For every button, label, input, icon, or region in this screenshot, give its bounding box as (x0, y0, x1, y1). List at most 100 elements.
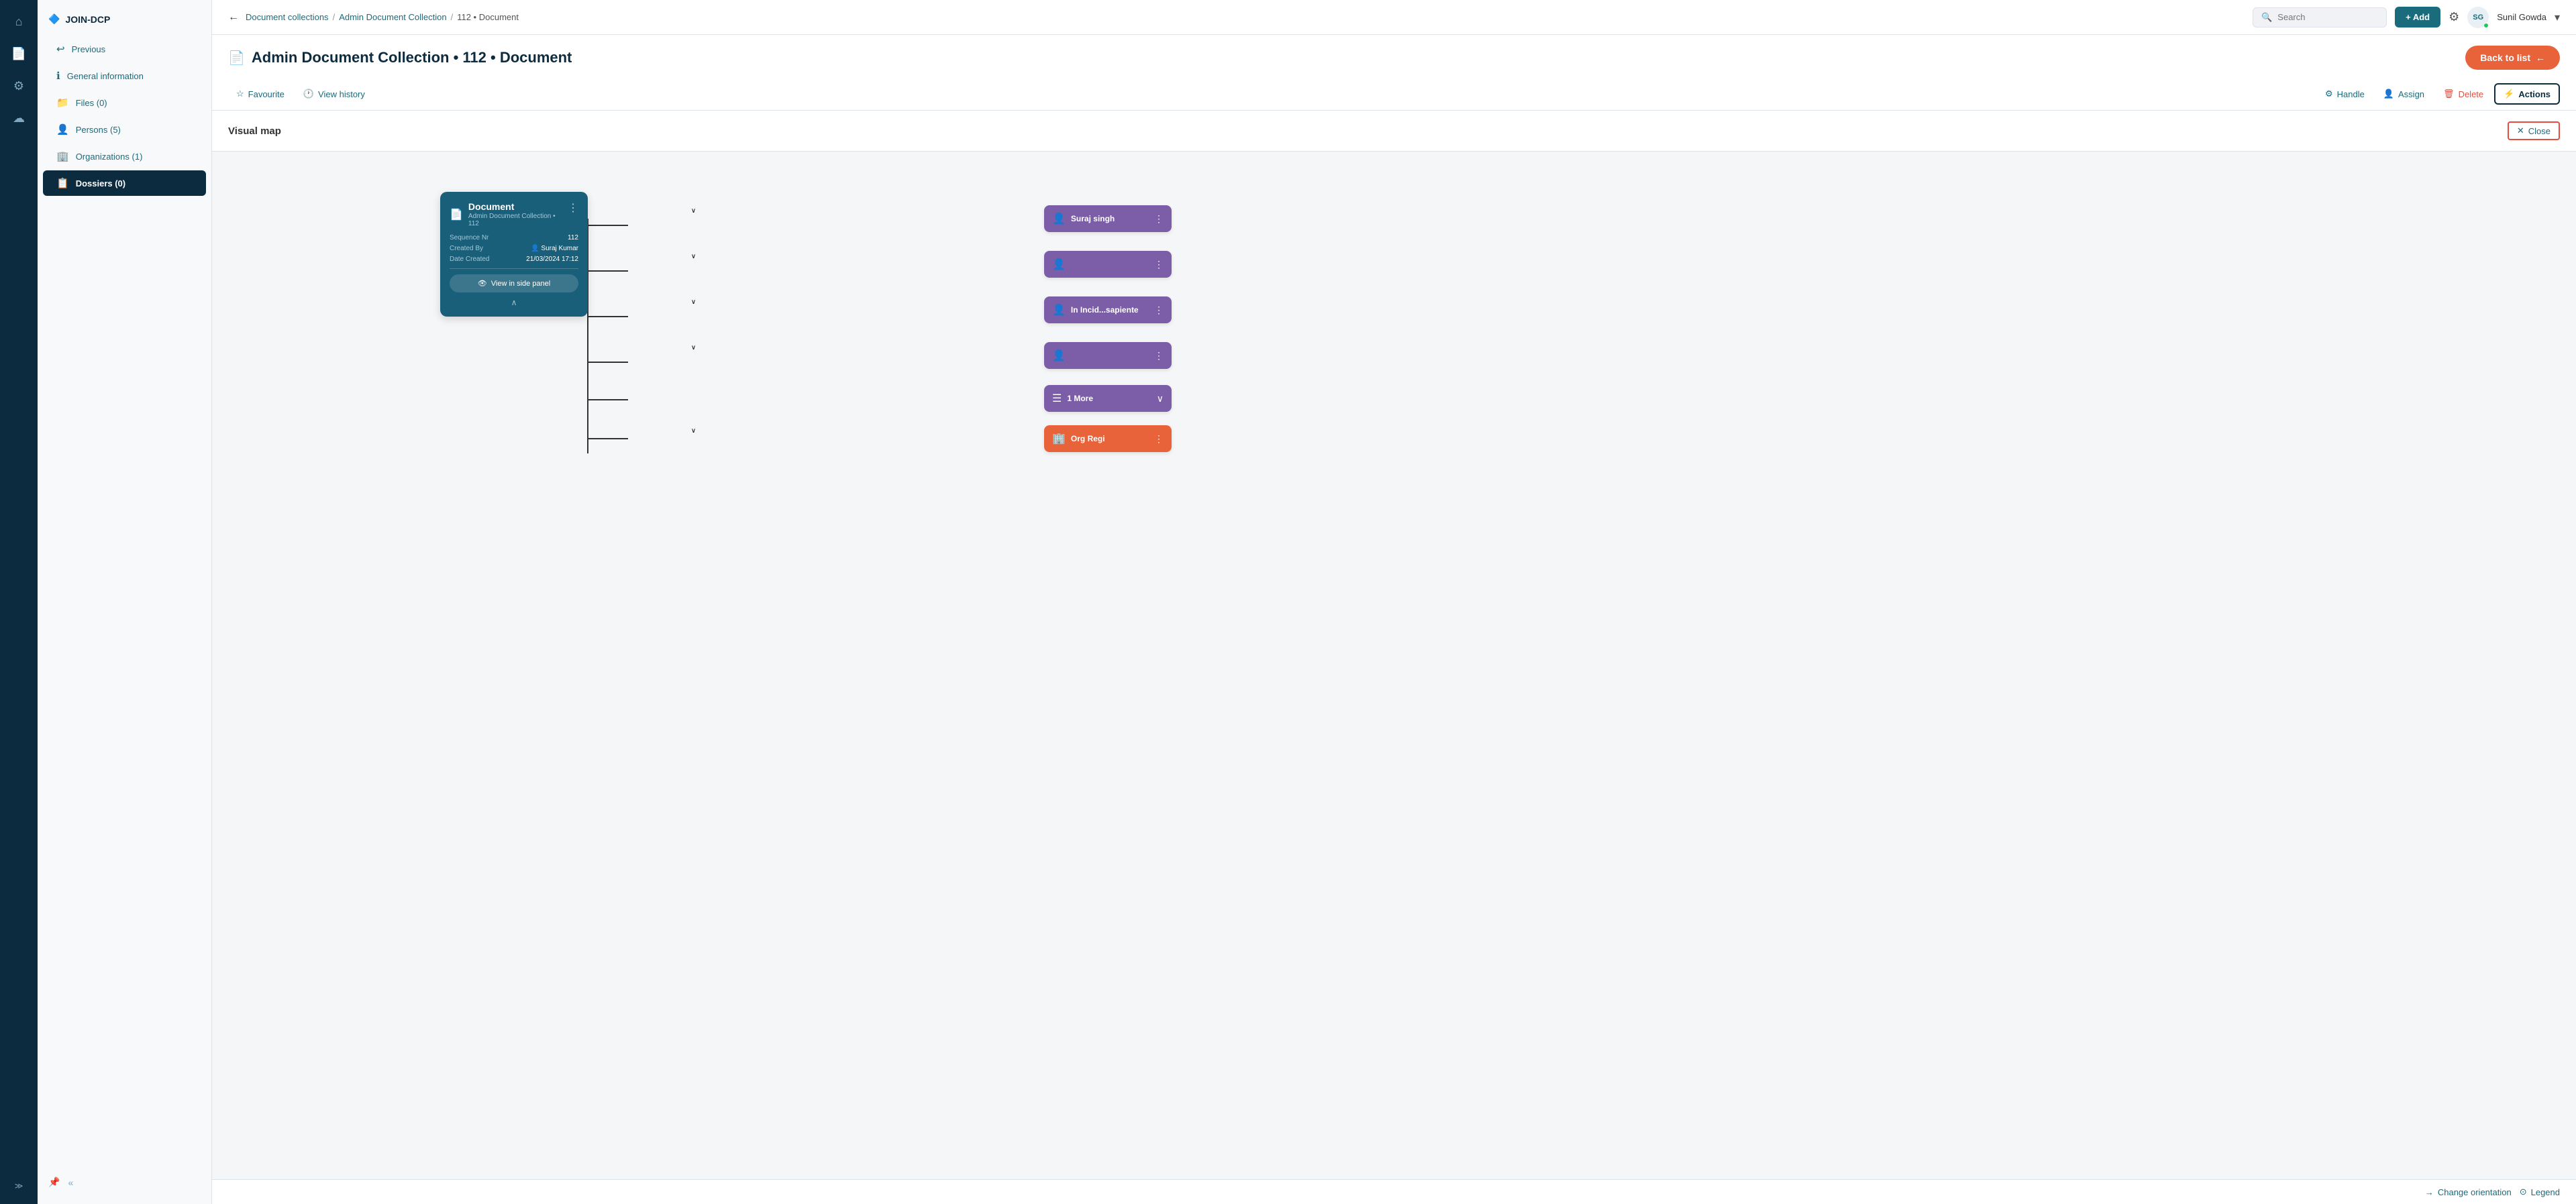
flow-node-wrapper-4: 👤 ⋮ ∨ (628, 342, 759, 351)
sidebar-item-general-information[interactable]: ℹ General information (43, 63, 206, 89)
document-card: 📄 Document Admin Document Collection • 1… (440, 192, 588, 317)
search-icon: 🔍 (2261, 12, 2272, 23)
sidebar-bottom: 📌 « (38, 1168, 211, 1196)
delete-button[interactable]: 🗑 Delete (2435, 85, 2491, 103)
visual-map-panel: Visual map ✕ Close (212, 111, 2576, 1204)
breadcrumb-admin-collection[interactable]: Admin Document Collection (339, 12, 446, 22)
flow-node-4-expand[interactable]: ∨ (628, 344, 759, 351)
person-icon-3: 👤 (1052, 303, 1066, 317)
view-history-button[interactable]: 🕐 View history (295, 85, 373, 103)
assign-button[interactable]: 👤 Assign (2375, 85, 2432, 103)
flow-node-org-menu-icon[interactable]: ⋮ (1154, 433, 1164, 445)
flow-node-1-expand[interactable]: ∨ (628, 207, 759, 215)
doc-card-row-date: Date Created 21/03/2024 17:12 (450, 256, 578, 263)
flow-node-1-menu-icon[interactable]: ⋮ (1154, 213, 1164, 225)
doc-card-menu-icon[interactable]: ⋮ (568, 201, 578, 215)
rail-cloud-icon[interactable]: ☁ (5, 105, 32, 131)
star-icon: ☆ (236, 89, 244, 99)
flow-node-2-expand[interactable]: ∨ (628, 253, 759, 260)
gear-icon[interactable]: ⚙ (2449, 10, 2459, 24)
pin-icon[interactable]: 📌 (48, 1176, 60, 1188)
sidebar-logo: 🔷 JOIN-DCP (38, 8, 211, 36)
files-icon: 📁 (56, 97, 69, 109)
avatar: SG (2467, 7, 2489, 28)
user-dropdown-icon[interactable]: ▾ (2555, 11, 2560, 24)
flow-node-2-inner: 👤 (1052, 258, 1071, 271)
topnav: ← Document collections / Admin Document … (212, 0, 2576, 35)
handle-button[interactable]: ⚙ Handle (2317, 85, 2373, 103)
persons-icon: 👤 (56, 123, 69, 135)
flow-node-more-inner: ☰ 1 More (1052, 392, 1093, 405)
content-area: Visual map ✕ Close (212, 111, 2576, 1204)
flow-node-org-label: Org Regi (1071, 434, 1105, 443)
legend-icon: ⊙ (2520, 1187, 2527, 1197)
sidebar-item-files[interactable]: 📁 Files (0) (43, 90, 206, 115)
page-title: 📄 Admin Document Collection • 112 • Docu… (228, 49, 572, 66)
breadcrumb-doc-collections[interactable]: Document collections (246, 12, 329, 22)
search-box[interactable]: 🔍 (2253, 7, 2387, 28)
visual-map-header: Visual map ✕ Close (212, 111, 2576, 152)
rail-settings-icon[interactable]: ⚙ (5, 72, 32, 99)
doc-card-row-created-by: Created By 👤 Suraj Kumar (450, 245, 578, 252)
actions-button[interactable]: ⚡ Actions (2494, 83, 2560, 105)
change-orientation-button[interactable]: → Change orientation (2425, 1187, 2512, 1197)
add-button[interactable]: + Add (2395, 7, 2440, 28)
collapse-sidebar-icon[interactable]: « (68, 1177, 73, 1188)
document-icon: 📄 (228, 50, 245, 66)
flow-node-3-menu-icon[interactable]: ⋮ (1154, 305, 1164, 316)
list-icon: ☰ (1052, 392, 1062, 405)
close-button[interactable]: ✕ Close (2508, 121, 2560, 140)
flow-node-wrapper-3: 👤 In Incid...sapiente ⋮ ∨ (628, 296, 759, 306)
search-input[interactable] (2277, 12, 2378, 22)
flow-node-2[interactable]: 👤 ⋮ (1044, 251, 1172, 278)
sidebar-item-previous[interactable]: ↩ Previous (43, 36, 206, 62)
sidebar-item-persons[interactable]: 👤 Persons (5) (43, 117, 206, 142)
favourite-button[interactable]: ☆ Favourite (228, 85, 293, 103)
breadcrumb: ← Document collections / Admin Document … (228, 11, 2245, 23)
flow-node-1-label: Suraj singh (1071, 214, 1115, 223)
flow-node-org-inner: 🏢 Org Regi (1052, 432, 1105, 445)
flow-node-more-expand-icon[interactable]: ∨ (1157, 393, 1164, 404)
breadcrumb-current: 112 • Document (457, 12, 519, 22)
delete-icon: 🗑 (2443, 89, 2455, 99)
toolbar-left: ☆ Favourite 🕐 View history (228, 85, 373, 103)
previous-icon: ↩ (56, 43, 65, 55)
sidebar-logo-icon: 🔷 (48, 13, 60, 25)
flow-node-more-label: 1 More (1067, 394, 1093, 403)
sidebar-item-dossiers[interactable]: 📋 Dossiers (0) (43, 170, 206, 196)
page-header: 📄 Admin Document Collection • 112 • Docu… (212, 35, 2576, 111)
flow-node-4-menu-icon[interactable]: ⋮ (1154, 350, 1164, 362)
flow-node-4[interactable]: 👤 ⋮ (1044, 342, 1172, 369)
flow-node-2-menu-icon[interactable]: ⋮ (1154, 259, 1164, 270)
doc-card-row-seq: Sequence Nr 112 (450, 234, 578, 241)
flow-node-org[interactable]: 🏢 Org Regi ⋮ (1044, 425, 1172, 452)
flow-node-wrapper-1: 👤 Suraj singh ⋮ ∨ (628, 205, 759, 215)
flow-node-3-inner: 👤 In Incid...sapiente (1052, 303, 1139, 317)
flow-node-1-inner: 👤 Suraj singh (1052, 212, 1115, 225)
flow-node-1[interactable]: 👤 Suraj singh ⋮ (1044, 205, 1172, 232)
flow-node-org-expand[interactable]: ∨ (628, 427, 759, 435)
legend-button[interactable]: ⊙ Legend (2520, 1187, 2560, 1197)
orientation-icon: → (2425, 1187, 2434, 1197)
flow-node-wrapper-6: 🏢 Org Regi ⋮ ∨ (628, 425, 759, 435)
rail-docs-icon[interactable]: 📄 (5, 40, 32, 67)
page-title-row: 📄 Admin Document Collection • 112 • Docu… (228, 46, 2560, 78)
handle-icon: ⚙ (2325, 89, 2333, 99)
flow-node-more[interactable]: ☰ 1 More ∨ (1044, 385, 1172, 412)
view-side-panel-button[interactable]: 👁 View in side panel (450, 274, 578, 292)
sidebar-item-organizations[interactable]: 🏢 Organizations (1) (43, 144, 206, 169)
doc-card-name: Document (468, 201, 568, 212)
back-arrow-right-icon: ← (2536, 52, 2545, 63)
doc-card-subtitle: Admin Document Collection • 112 (468, 213, 568, 227)
flow-node-3[interactable]: 👤 In Incid...sapiente ⋮ (1044, 296, 1172, 323)
user-name[interactable]: Sunil Gowda (2497, 12, 2546, 22)
doc-card-collapse[interactable]: ∧ (450, 298, 578, 307)
rail-home-icon[interactable]: ⌂ (5, 8, 32, 35)
rail-expand-btn[interactable]: ≫ (9, 1176, 29, 1196)
main-content: ← Document collections / Admin Document … (212, 0, 2576, 1204)
back-arrow-icon[interactable]: ← (228, 11, 239, 23)
flow-node-3-expand[interactable]: ∨ (628, 298, 759, 306)
flow-area: 📄 Document Admin Document Collection • 1… (212, 152, 2576, 1179)
person-icon-1: 👤 (1052, 212, 1066, 225)
back-to-list-button[interactable]: Back to list ← (2465, 46, 2560, 70)
